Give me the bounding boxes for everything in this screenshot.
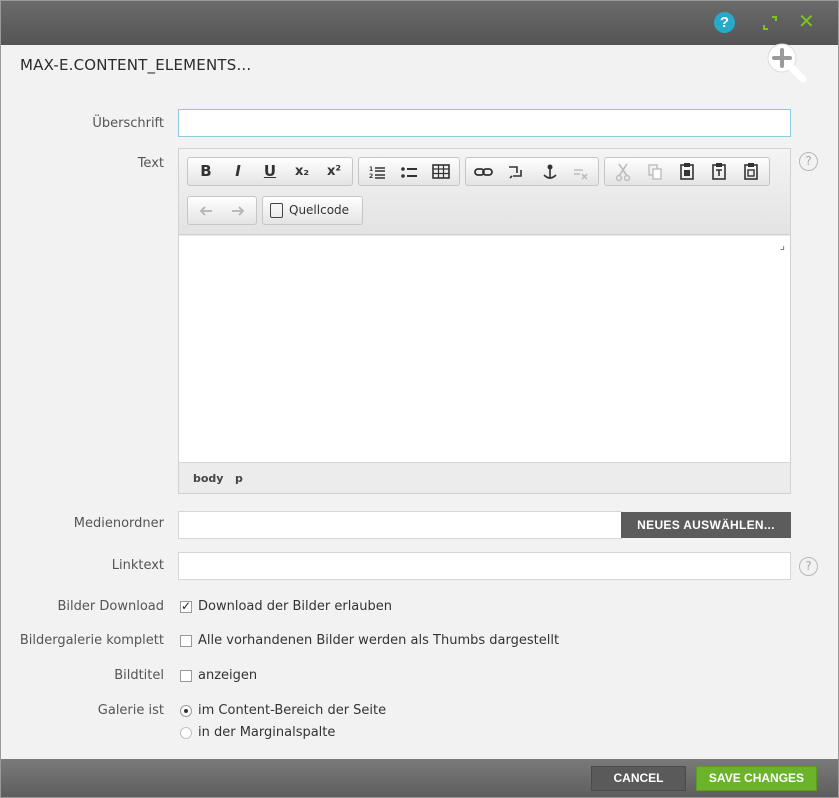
link-group: [465, 157, 599, 186]
titlebar: ? ✕: [1, 1, 838, 45]
underline-button[interactable]: U: [258, 158, 282, 185]
history-group: [187, 196, 257, 225]
clipboard-group: [604, 157, 770, 186]
select-new-button[interactable]: NEUES AUSWÄHLEN...: [621, 512, 791, 538]
paste-word-icon[interactable]: [739, 158, 763, 185]
gallery-margin-column-option[interactable]: in der Marginalspalte: [198, 725, 335, 741]
gallery-margin-column-radio[interactable]: [180, 727, 192, 739]
resize-icon[interactable]: [761, 14, 779, 32]
save-changes-button[interactable]: SAVE CHANGES: [696, 766, 817, 791]
link-icon[interactable]: [472, 158, 496, 185]
svg-text:1: 1: [369, 166, 373, 173]
path-item-body[interactable]: body: [193, 472, 223, 485]
dialog-header: MAX-E.CONTENT_ELEMENTS...: [1, 45, 838, 85]
gallery-complete-label: Bildergalerie komplett: [19, 633, 164, 648]
cancel-button[interactable]: CANCEL: [591, 766, 686, 791]
subscript-button[interactable]: x₂: [290, 158, 314, 185]
editor-content-area[interactable]: ⌟: [179, 236, 790, 462]
copy-icon[interactable]: [643, 158, 667, 185]
gallery-is-label: Galerie ist: [97, 703, 164, 718]
list-group: 1 2: [358, 157, 460, 186]
dialog-window: ? ✕ MAX-E.CONTENT_ELEMENTS... Überschrif…: [0, 0, 839, 798]
image-title-label: Bildtitel: [114, 668, 164, 683]
superscript-button[interactable]: x²: [322, 158, 346, 185]
zoom-in-icon[interactable]: [763, 39, 809, 85]
source-code-icon: [270, 203, 283, 218]
editor-statusbar: body p: [179, 462, 790, 493]
gallery-complete-option[interactable]: Alle vorhandenen Bilder werden als Thumb…: [198, 633, 559, 649]
gallery-complete-checkbox[interactable]: [180, 635, 192, 647]
redo-icon[interactable]: [226, 197, 250, 224]
text-help-icon[interactable]: ?: [799, 152, 818, 171]
close-icon[interactable]: ✕: [798, 10, 815, 32]
image-title-checkbox[interactable]: [180, 670, 192, 682]
unlink-icon[interactable]: [504, 158, 528, 185]
source-code-button[interactable]: Quellcode: [262, 196, 363, 225]
image-download-checkbox[interactable]: [180, 599, 192, 613]
bold-button[interactable]: B: [194, 158, 218, 185]
media-folder-input[interactable]: [178, 511, 622, 539]
image-title-option[interactable]: anzeigen: [198, 668, 257, 684]
italic-button[interactable]: I: [226, 158, 250, 185]
editor-toolbar: B I U x₂ x² 1 2 Quellcode: [179, 149, 790, 235]
dialog-footer: CANCEL SAVE CHANGES: [1, 759, 838, 797]
help-icon[interactable]: ?: [714, 12, 735, 33]
format-group: B I U x₂ x²: [187, 157, 353, 186]
undo-icon[interactable]: [194, 197, 218, 224]
cut-icon[interactable]: [611, 158, 635, 185]
gallery-content-area-radio[interactable]: [180, 705, 192, 717]
heading-label: Überschrift: [92, 116, 164, 131]
link-text-help-icon[interactable]: ?: [799, 557, 818, 576]
module-title: MAX-E.CONTENT_ELEMENTS...: [20, 56, 252, 74]
media-folder-label: Medienordner: [73, 516, 164, 531]
numbered-list-icon[interactable]: 1 2: [365, 158, 389, 185]
heading-input[interactable]: [178, 109, 791, 137]
paste-text-icon[interactable]: [707, 158, 731, 185]
rich-text-editor: B I U x₂ x² 1 2 Quellcode ⌟ body p: [178, 148, 791, 494]
link-text-label: Linktext: [111, 558, 164, 573]
path-item-p[interactable]: p: [235, 472, 243, 485]
bulleted-list-icon[interactable]: [397, 158, 421, 185]
paste-icon[interactable]: [675, 158, 699, 185]
remove-link-icon[interactable]: [568, 158, 592, 185]
table-icon[interactable]: [429, 158, 453, 185]
editor-resize-icon[interactable]: ⌟: [780, 240, 785, 251]
gallery-content-area-option[interactable]: im Content-Bereich der Seite: [198, 703, 386, 719]
anchor-icon[interactable]: [536, 158, 560, 185]
text-label: Text: [137, 156, 164, 171]
source-code-label: Quellcode: [289, 203, 350, 217]
image-download-label: Bilder Download: [57, 599, 165, 614]
image-download-option[interactable]: Download der Bilder erlauben: [198, 599, 392, 615]
link-text-input[interactable]: [178, 552, 791, 580]
svg-text:2: 2: [369, 173, 373, 180]
